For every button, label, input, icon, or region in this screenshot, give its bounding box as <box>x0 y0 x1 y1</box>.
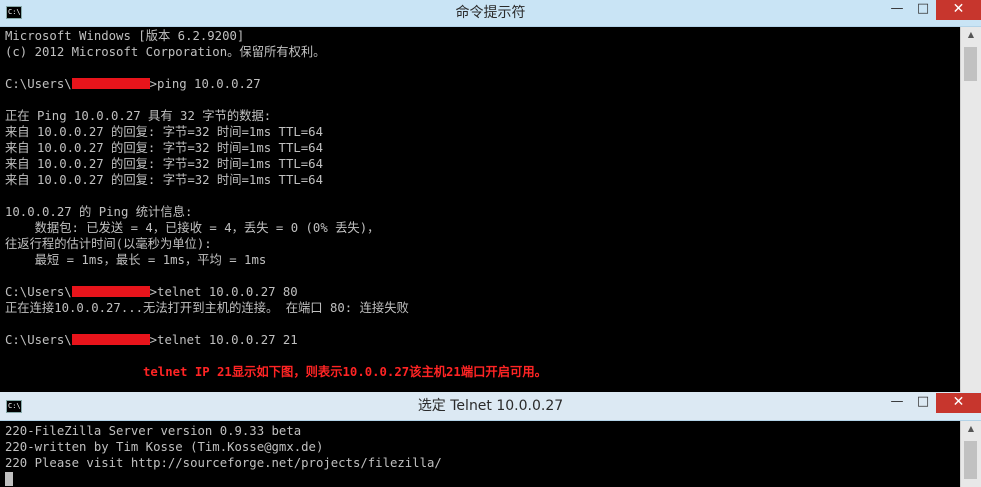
command-prompt-window: C:\ 命令提示符 — □ ✕ Microsoft Windows [版本 6.… <box>0 0 981 392</box>
telnet-window: C:\ 选定 Telnet 10.0.0.27 — □ ✕ 220-FileZi… <box>0 392 981 487</box>
console-line: 220-written by Tim Kosse (Tim.Kosse@gmx.… <box>5 440 324 454</box>
redacted-username <box>71 78 150 89</box>
console-line: C:\Users\ >telnet 10.0.0.27 21 <box>5 332 960 348</box>
console-line: 10.0.0.27 的 Ping 统计信息: <box>5 205 193 219</box>
title-bar[interactable]: C:\ 命令提示符 — □ ✕ <box>0 0 981 27</box>
vertical-scrollbar[interactable]: ▲ <box>960 421 981 487</box>
minimize-button[interactable]: — <box>884 393 910 413</box>
console-line: 220 Please visit http://sourceforge.net/… <box>5 456 442 470</box>
console-line: C:\Users\ >telnet 10.0.0.27 80 <box>5 284 960 300</box>
console-output[interactable]: 220-FileZilla Server version 0.9.33 beta… <box>5 423 960 487</box>
console-line: 数据包: 已发送 = 4，已接收 = 4，丢失 = 0 (0% 丢失)， <box>5 221 380 235</box>
prompt-path: C:\Users\ <box>5 333 72 347</box>
annotation-text: telnet IP 21显示如下图，则表示10.0.0.27该主机21端口开启可… <box>143 365 547 379</box>
console-line: 来自 10.0.0.27 的回复: 字节=32 时间=1ms TTL=64 <box>5 125 323 139</box>
console-line: 来自 10.0.0.27 的回复: 字节=32 时间=1ms TTL=64 <box>5 141 323 155</box>
maximize-button[interactable]: □ <box>910 393 936 413</box>
console-output[interactable]: Microsoft Windows [版本 6.2.9200] (c) 2012 … <box>5 28 960 380</box>
console-line: (c) 2012 Microsoft Corporation。保留所有权利。 <box>5 45 326 59</box>
prompt-path: C:\Users\ <box>5 285 72 299</box>
redacted-username <box>71 334 150 345</box>
minimize-button[interactable]: — <box>884 0 910 20</box>
close-button[interactable]: ✕ <box>936 0 981 20</box>
console-line: C:\Users\ >ping 10.0.0.27 <box>5 76 960 92</box>
console-line: 正在连接10.0.0.27...无法打开到主机的连接。 在端口 80: 连接失败 <box>5 301 409 315</box>
cursor-line <box>5 471 960 487</box>
scroll-thumb[interactable] <box>964 441 977 479</box>
scroll-thumb[interactable] <box>964 47 977 81</box>
title-bar[interactable]: C:\ 选定 Telnet 10.0.0.27 — □ ✕ <box>0 392 981 421</box>
scroll-up-icon[interactable]: ▲ <box>961 421 981 437</box>
redacted-username <box>71 286 150 297</box>
console-line: 220-FileZilla Server version 0.9.33 beta <box>5 424 302 438</box>
prompt-path: C:\Users\ <box>5 77 72 91</box>
window-title: 选定 Telnet 10.0.0.27 <box>417 398 564 414</box>
command-text: >telnet 10.0.0.27 21 <box>149 333 298 347</box>
console-line: 往返行程的估计时间(以毫秒为单位): <box>5 237 212 251</box>
command-text: >ping 10.0.0.27 <box>149 77 261 91</box>
window-title: 命令提示符 <box>455 5 526 21</box>
scroll-up-icon[interactable]: ▲ <box>961 27 981 43</box>
close-button[interactable]: ✕ <box>936 393 981 413</box>
maximize-button[interactable]: □ <box>910 0 936 20</box>
text-cursor <box>5 472 13 486</box>
console-line: 来自 10.0.0.27 的回复: 字节=32 时间=1ms TTL=64 <box>5 157 323 171</box>
command-text: >telnet 10.0.0.27 80 <box>149 285 298 299</box>
console-line: 最短 = 1ms，最长 = 1ms，平均 = 1ms <box>5 253 267 267</box>
console-line: 正在 Ping 10.0.0.27 具有 32 字节的数据: <box>5 109 272 123</box>
console-line: 来自 10.0.0.27 的回复: 字节=32 时间=1ms TTL=64 <box>5 173 323 187</box>
console-line: Microsoft Windows [版本 6.2.9200] <box>5 29 245 43</box>
vertical-scrollbar[interactable]: ▲ <box>960 27 981 392</box>
